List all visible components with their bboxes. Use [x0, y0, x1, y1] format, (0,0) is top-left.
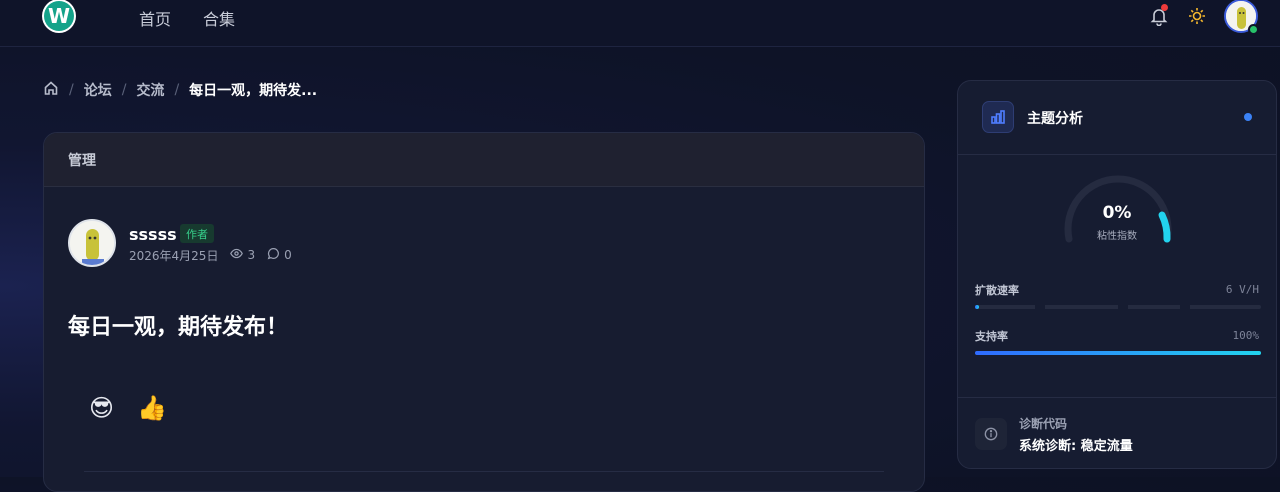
diagnostic-value: 系统诊断: 稳定流量: [1019, 439, 1133, 454]
panel-title: 主题分析: [1027, 111, 1083, 127]
breadcrumb-forum[interactable]: 论坛: [84, 80, 112, 100]
card-header-manage[interactable]: 管理: [44, 133, 924, 187]
bar-chart-icon: [982, 101, 1014, 133]
online-status-dot: [1248, 24, 1259, 35]
post-card: 管理 sssss 作者 2026年4月25日 3 0 每日一观，期待发布！ 😎 …: [43, 132, 925, 492]
author-badge: 作者: [180, 224, 214, 243]
breadcrumb-separator: /: [174, 82, 180, 98]
topic-analysis-panel: 主题分析 0% 粘性指数 扩散速率 6 V/H 支持率 100% 诊断代码 系统…: [957, 80, 1277, 469]
status-dot: [1244, 113, 1252, 121]
metric-value-spread: 6 V/H: [1225, 283, 1259, 296]
sun-icon[interactable]: [1187, 6, 1207, 30]
logo-letter: W: [44, 1, 74, 31]
metric-label-spread: 扩散速率: [975, 284, 1019, 297]
emoji-cool: 😎: [89, 394, 115, 422]
support-rate-fill: [975, 351, 1261, 355]
home-icon[interactable]: [43, 80, 59, 100]
support-rate-bar: [975, 351, 1261, 355]
top-bar: W 首页 合集: [0, 0, 1280, 47]
breadcrumb-exchange[interactable]: 交流: [136, 80, 164, 100]
spread-rate-fill: [975, 305, 979, 309]
panel-header: 主题分析: [958, 81, 1276, 155]
breadcrumb-current: 每日一观，期待发...: [189, 83, 318, 99]
gauge-value: 0%: [1102, 203, 1132, 223]
spread-rate-bar: [975, 305, 1261, 309]
author-avatar[interactable]: [68, 219, 116, 267]
diagnostic-label: 诊断代码: [1019, 417, 1068, 431]
emoji-thumbs-up: 👍: [137, 394, 167, 422]
nav-home[interactable]: 首页: [139, 6, 171, 30]
comment-icon: [267, 247, 284, 263]
info-icon: [975, 418, 1007, 450]
nav-collections[interactable]: 合集: [203, 6, 235, 30]
breadcrumb-separator: /: [69, 82, 74, 98]
metric-value-support: 100%: [1232, 329, 1260, 342]
view-count: 3: [247, 248, 256, 262]
breadcrumb: / 论坛 / 交流 / 每日一观，期待发...: [43, 80, 317, 100]
eye-icon: [230, 247, 247, 263]
post-date: 2026年4月25日: [129, 248, 219, 263]
logo[interactable]: W: [42, 0, 76, 33]
comment-count: 0: [284, 248, 292, 262]
post-title: 每日一观，期待发布！: [68, 315, 289, 340]
author-name[interactable]: sssss: [129, 225, 177, 244]
metric-label-support: 支持率: [975, 330, 1008, 343]
gauge-label: 粘性指数: [1097, 231, 1137, 242]
notification-dot: [1161, 4, 1168, 11]
breadcrumb-separator: /: [121, 82, 127, 98]
post-meta: 2026年4月25日 3 0: [129, 247, 292, 263]
divider: [84, 471, 884, 472]
diagnostic-section: 诊断代码 系统诊断: 稳定流量: [958, 397, 1276, 468]
